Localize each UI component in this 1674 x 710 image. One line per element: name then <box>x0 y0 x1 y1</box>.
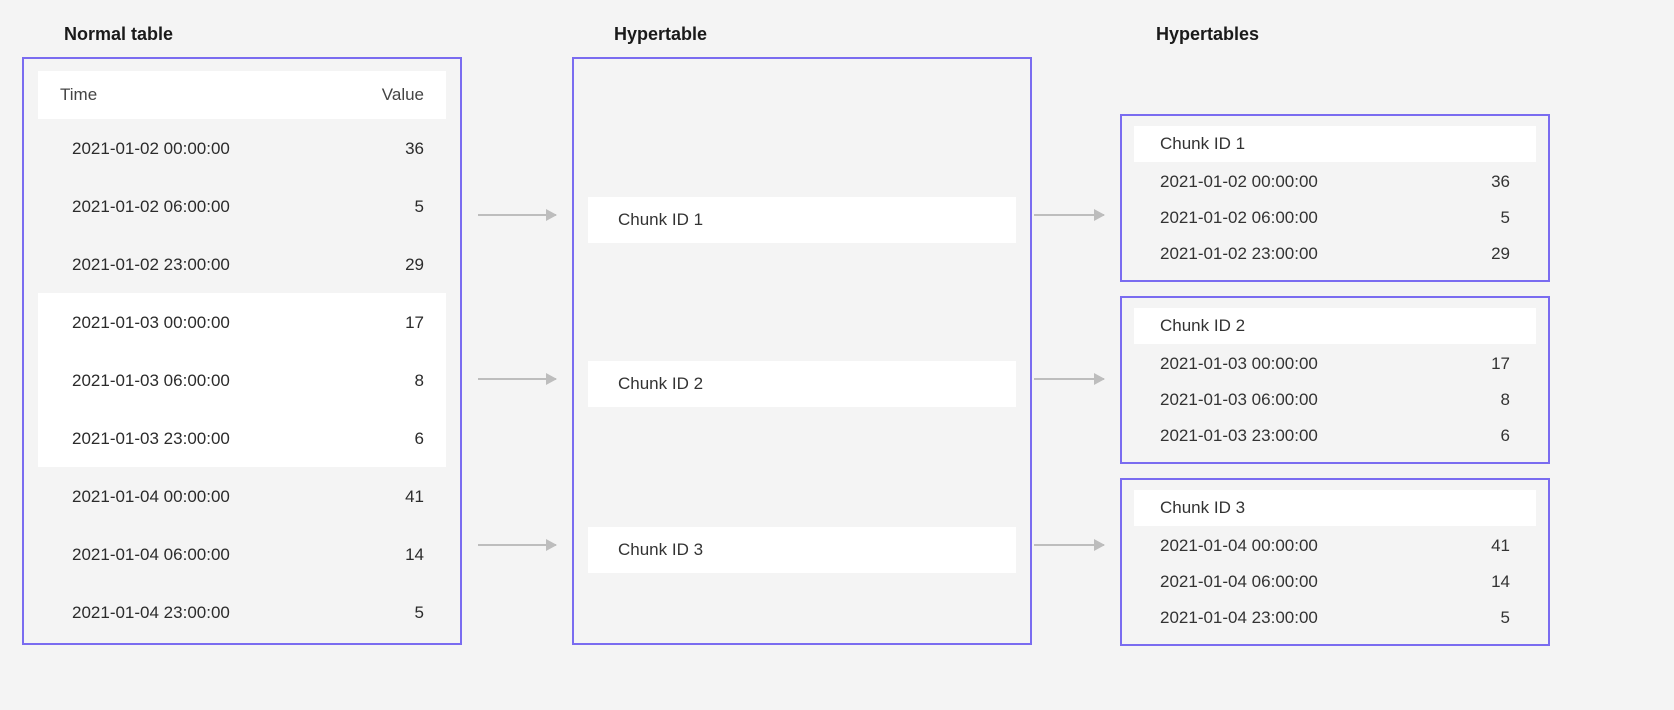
cell-value: 14 <box>1491 572 1510 592</box>
table-row: 2021-01-02 23:00:00 29 <box>1134 236 1536 272</box>
cell-time: 2021-01-02 23:00:00 <box>1160 244 1318 264</box>
table-row: 2021-01-03 06:00:00 8 <box>38 351 446 409</box>
cell-time: 2021-01-03 06:00:00 <box>1160 390 1318 410</box>
table-row: 2021-01-03 23:00:00 6 <box>1134 418 1536 454</box>
cell-time: 2021-01-04 00:00:00 <box>72 487 230 507</box>
normal-table-group: 2021-01-03 00:00:00 17 2021-01-03 06:00:… <box>38 293 446 467</box>
cell-time: 2021-01-02 00:00:00 <box>1160 172 1318 192</box>
cell-time: 2021-01-02 06:00:00 <box>72 197 230 217</box>
hypertables-box: Chunk ID 1 2021-01-02 00:00:00 36 2021-0… <box>1120 114 1550 282</box>
cell-time: 2021-01-02 23:00:00 <box>72 255 230 275</box>
cell-time: 2021-01-03 23:00:00 <box>1160 426 1318 446</box>
chunk-bar: Chunk ID 3 <box>588 527 1016 573</box>
cell-value: 5 <box>1501 608 1510 628</box>
chunk-bar: Chunk ID 1 <box>588 197 1016 243</box>
cell-time: 2021-01-03 06:00:00 <box>72 371 230 391</box>
cell-value: 5 <box>415 603 424 623</box>
table-row: 2021-01-02 06:00:00 5 <box>1134 200 1536 236</box>
column-header-time: Time <box>60 85 97 105</box>
table-row: 2021-01-04 00:00:00 41 <box>1134 528 1536 564</box>
cell-time: 2021-01-04 00:00:00 <box>1160 536 1318 556</box>
cell-value: 8 <box>1501 390 1510 410</box>
arrow-right-icon <box>1034 214 1104 216</box>
table-row: 2021-01-04 00:00:00 41 <box>38 467 446 525</box>
arrow-right-icon <box>478 378 556 380</box>
cell-value: 41 <box>1491 536 1510 556</box>
cell-value: 17 <box>1491 354 1510 374</box>
cell-value: 6 <box>415 429 424 449</box>
cell-time: 2021-01-04 23:00:00 <box>1160 608 1318 628</box>
arrow-right-icon <box>478 214 556 216</box>
cell-time: 2021-01-03 00:00:00 <box>72 313 230 333</box>
cell-value: 36 <box>405 139 424 159</box>
cell-value: 41 <box>405 487 424 507</box>
table-row: 2021-01-04 06:00:00 14 <box>38 525 446 583</box>
chunk-label: Chunk ID 1 <box>1134 126 1536 162</box>
normal-table-panel: Time Value 2021-01-02 00:00:00 36 2021-0… <box>22 57 462 645</box>
cell-time: 2021-01-04 06:00:00 <box>72 545 230 565</box>
title-normal-table: Normal table <box>64 24 173 45</box>
cell-time: 2021-01-02 06:00:00 <box>1160 208 1318 228</box>
cell-value: 36 <box>1491 172 1510 192</box>
normal-table-group: 2021-01-04 00:00:00 41 2021-01-04 06:00:… <box>38 467 446 641</box>
cell-value: 29 <box>405 255 424 275</box>
title-hypertables: Hypertables <box>1156 24 1259 45</box>
column-header-value: Value <box>382 85 424 105</box>
title-hypertable: Hypertable <box>614 24 707 45</box>
chunk-label: Chunk ID 3 <box>618 540 703 559</box>
table-row: 2021-01-02 23:00:00 29 <box>38 235 446 293</box>
arrow-right-icon <box>478 544 556 546</box>
cell-time: 2021-01-04 23:00:00 <box>72 603 230 623</box>
cell-value: 5 <box>415 197 424 217</box>
cell-time: 2021-01-04 06:00:00 <box>1160 572 1318 592</box>
cell-time: 2021-01-03 23:00:00 <box>72 429 230 449</box>
table-row: 2021-01-04 23:00:00 5 <box>38 583 446 641</box>
table-row: 2021-01-02 00:00:00 36 <box>1134 164 1536 200</box>
normal-table-header: Time Value <box>38 71 446 119</box>
table-row: 2021-01-04 06:00:00 14 <box>1134 564 1536 600</box>
table-row: 2021-01-03 06:00:00 8 <box>1134 382 1536 418</box>
chunk-label: Chunk ID 2 <box>1134 308 1536 344</box>
normal-table-group: 2021-01-02 00:00:00 36 2021-01-02 06:00:… <box>38 119 446 293</box>
hypertables-box: Chunk ID 3 2021-01-04 00:00:00 41 2021-0… <box>1120 478 1550 646</box>
cell-value: 5 <box>1501 208 1510 228</box>
cell-value: 17 <box>405 313 424 333</box>
cell-value: 6 <box>1501 426 1510 446</box>
table-row: 2021-01-04 23:00:00 5 <box>1134 600 1536 636</box>
cell-value: 29 <box>1491 244 1510 264</box>
arrow-right-icon <box>1034 544 1104 546</box>
chunk-bar: Chunk ID 2 <box>588 361 1016 407</box>
chunk-label: Chunk ID 1 <box>618 210 703 229</box>
table-row: 2021-01-02 06:00:00 5 <box>38 177 446 235</box>
table-row: 2021-01-03 23:00:00 6 <box>38 409 446 467</box>
chunk-label: Chunk ID 2 <box>618 374 703 393</box>
table-row: 2021-01-02 00:00:00 36 <box>38 119 446 177</box>
cell-time: 2021-01-03 00:00:00 <box>1160 354 1318 374</box>
arrow-right-icon <box>1034 378 1104 380</box>
hypertable-panel: Chunk ID 1 Chunk ID 2 Chunk ID 3 <box>572 57 1032 645</box>
cell-value: 8 <box>415 371 424 391</box>
cell-time: 2021-01-02 00:00:00 <box>72 139 230 159</box>
chunk-label: Chunk ID 3 <box>1134 490 1536 526</box>
table-row: 2021-01-03 00:00:00 17 <box>38 293 446 351</box>
hypertables-box: Chunk ID 2 2021-01-03 00:00:00 17 2021-0… <box>1120 296 1550 464</box>
table-row: 2021-01-03 00:00:00 17 <box>1134 346 1536 382</box>
cell-value: 14 <box>405 545 424 565</box>
